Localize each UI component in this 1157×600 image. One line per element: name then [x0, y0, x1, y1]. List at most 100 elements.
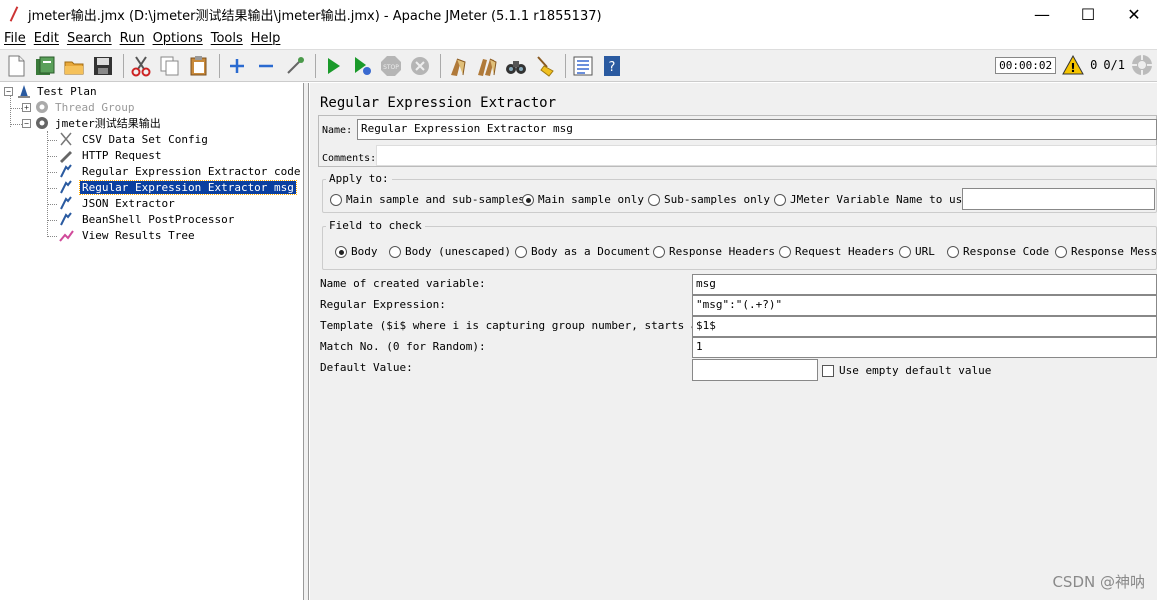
search-binoculars-icon[interactable] — [503, 53, 529, 79]
maximize-button[interactable]: ☐ — [1065, 0, 1111, 28]
shutdown-icon[interactable] — [407, 53, 433, 79]
tree-item-regex-code[interactable]: Regular Expression Extractor code — [58, 163, 303, 179]
radio-dot-selected — [335, 245, 347, 258]
radio-body-as-document[interactable]: Body as a Document — [515, 245, 650, 258]
tree-item-thread-group-output[interactable]: − jmeter测试结果输出 — [22, 115, 163, 131]
collapse-all-icon[interactable] — [253, 53, 279, 79]
name-comments-box: Name: Regular Expression Extractor msg C… — [318, 115, 1157, 167]
radio-response-message[interactable]: Response Messa — [1055, 245, 1157, 258]
radio-url[interactable]: URL — [899, 245, 935, 258]
tree-item-label: HTTP Request — [82, 148, 162, 162]
error-count: 0 — [1090, 58, 1098, 72]
match-no-field[interactable]: 1 — [692, 337, 1157, 358]
regex-label: Regular Expression: — [320, 298, 446, 311]
panel-title: Regular Expression Extractor — [320, 95, 557, 111]
match-no-label: Match No. (0 for Random): — [320, 340, 486, 353]
tree-item-thread-group[interactable]: + Thread Group — [22, 99, 136, 115]
radio-dot — [515, 245, 527, 258]
tree-item-label: jmeter测试结果输出 — [55, 117, 161, 130]
variable-name-field[interactable]: msg — [692, 274, 1157, 295]
radio-body[interactable]: Body — [335, 245, 378, 258]
tree-item-label: CSV Data Set Config — [82, 132, 208, 146]
toolbar-separator — [219, 53, 220, 78]
checkbox-box — [822, 364, 834, 377]
start-icon[interactable] — [320, 53, 346, 79]
tree-item-http-request[interactable]: HTTP Request — [58, 147, 163, 163]
jmeter-variable-field[interactable] — [962, 188, 1155, 210]
clear-icon[interactable] — [445, 53, 471, 79]
radio-body-unescaped[interactable]: Body (unescaped) — [389, 245, 511, 258]
toolbar-separator — [315, 53, 316, 78]
warning-icon[interactable]: ! — [1062, 55, 1084, 75]
tree-item-test-plan[interactable]: − Test Plan — [4, 83, 99, 99]
toolbar-separator — [565, 53, 566, 78]
collapse-icon[interactable]: − — [22, 118, 31, 128]
tree-item-json-extractor[interactable]: JSON Extractor — [58, 195, 177, 211]
tree-item-label: View Results Tree — [82, 228, 195, 242]
collapse-icon[interactable]: − — [4, 86, 13, 96]
templates-icon[interactable] — [32, 53, 58, 79]
tree-item-csv-data-set[interactable]: CSV Data Set Config — [58, 131, 210, 147]
minimize-button[interactable]: — — [1019, 0, 1065, 28]
default-value-label: Default Value: — [320, 361, 413, 374]
radio-label: Body (unescaped) — [405, 245, 511, 258]
expand-all-icon[interactable] — [224, 53, 250, 79]
radio-request-headers[interactable]: Request Headers — [779, 245, 894, 258]
use-empty-default-checkbox[interactable]: Use empty default value — [822, 364, 991, 377]
radio-dot — [899, 245, 911, 258]
start-no-pauses-icon[interactable] — [349, 53, 375, 79]
radio-label: Request Headers — [795, 245, 895, 258]
tree-item-regex-msg[interactable]: Regular Expression Extractor msg — [58, 179, 297, 195]
name-field[interactable]: Regular Expression Extractor msg — [357, 119, 1157, 140]
cut-icon[interactable] — [128, 53, 154, 79]
pencil-icon — [60, 151, 72, 163]
chart-icon — [59, 230, 74, 242]
pane-splitter[interactable] — [304, 83, 309, 600]
radio-jmeter-variable[interactable]: JMeter Variable Name to use — [774, 193, 969, 206]
radio-response-code[interactable]: Response Code — [947, 245, 1049, 258]
scissors-icon — [60, 132, 72, 146]
open-folder-icon[interactable] — [61, 53, 87, 79]
expand-icon[interactable]: + — [22, 102, 31, 112]
default-value-field[interactable] — [692, 359, 818, 381]
copy-icon[interactable] — [157, 53, 183, 79]
name-label: Name: — [322, 125, 353, 136]
stop-icon[interactable]: STOP — [378, 53, 404, 79]
radio-label: Sub-samples only — [664, 193, 770, 206]
tree-item-label: Regular Expression Extractor code — [82, 164, 301, 178]
menu-run[interactable]: Run — [116, 31, 149, 46]
new-file-icon[interactable] — [3, 53, 29, 79]
close-button[interactable]: ✕ — [1111, 0, 1157, 28]
regex-field[interactable]: "msg":"(.+?)" — [692, 295, 1157, 316]
tree-item-view-results-tree[interactable]: View Results Tree — [58, 227, 197, 243]
checkbox-label: Use empty default value — [839, 364, 992, 377]
menu-search[interactable]: Search — [63, 31, 116, 46]
template-label: Template ($i$ where i is capturing group… — [320, 319, 731, 332]
svg-text:!: ! — [1070, 61, 1075, 75]
radio-main-only[interactable]: Main sample only — [522, 193, 644, 206]
comments-field[interactable] — [376, 145, 1157, 166]
menu-edit[interactable]: Edit — [30, 31, 63, 46]
radio-main-and-sub[interactable]: Main sample and sub-samples — [330, 193, 525, 206]
help-icon[interactable]: ? — [599, 53, 625, 79]
radio-response-headers[interactable]: Response Headers — [653, 245, 775, 258]
menu-options[interactable]: Options — [149, 31, 207, 46]
tree-item-beanshell[interactable]: BeanShell PostProcessor — [58, 211, 236, 227]
toolbar-separator — [123, 53, 124, 78]
variable-name-label: Name of created variable: — [320, 277, 486, 290]
menu-tools[interactable]: Tools — [207, 31, 247, 46]
clear-all-icon[interactable] — [474, 53, 500, 79]
menu-file[interactable]: File — [0, 31, 30, 46]
toggle-icon[interactable] — [282, 53, 308, 79]
function-helper-icon[interactable] — [570, 53, 596, 79]
template-field[interactable]: $1$ — [692, 316, 1157, 337]
save-icon[interactable] — [90, 53, 116, 79]
paste-icon[interactable] — [186, 53, 212, 79]
tree-item-label: JSON Extractor — [82, 196, 175, 210]
menu-help[interactable]: Help — [247, 31, 285, 46]
test-plan-icon — [18, 85, 30, 98]
reset-search-broom-icon[interactable] — [532, 53, 558, 79]
radio-sub-only[interactable]: Sub-samples only — [648, 193, 770, 206]
watermark: CSDN @神呐 — [1052, 573, 1145, 591]
radio-dot — [947, 245, 959, 258]
